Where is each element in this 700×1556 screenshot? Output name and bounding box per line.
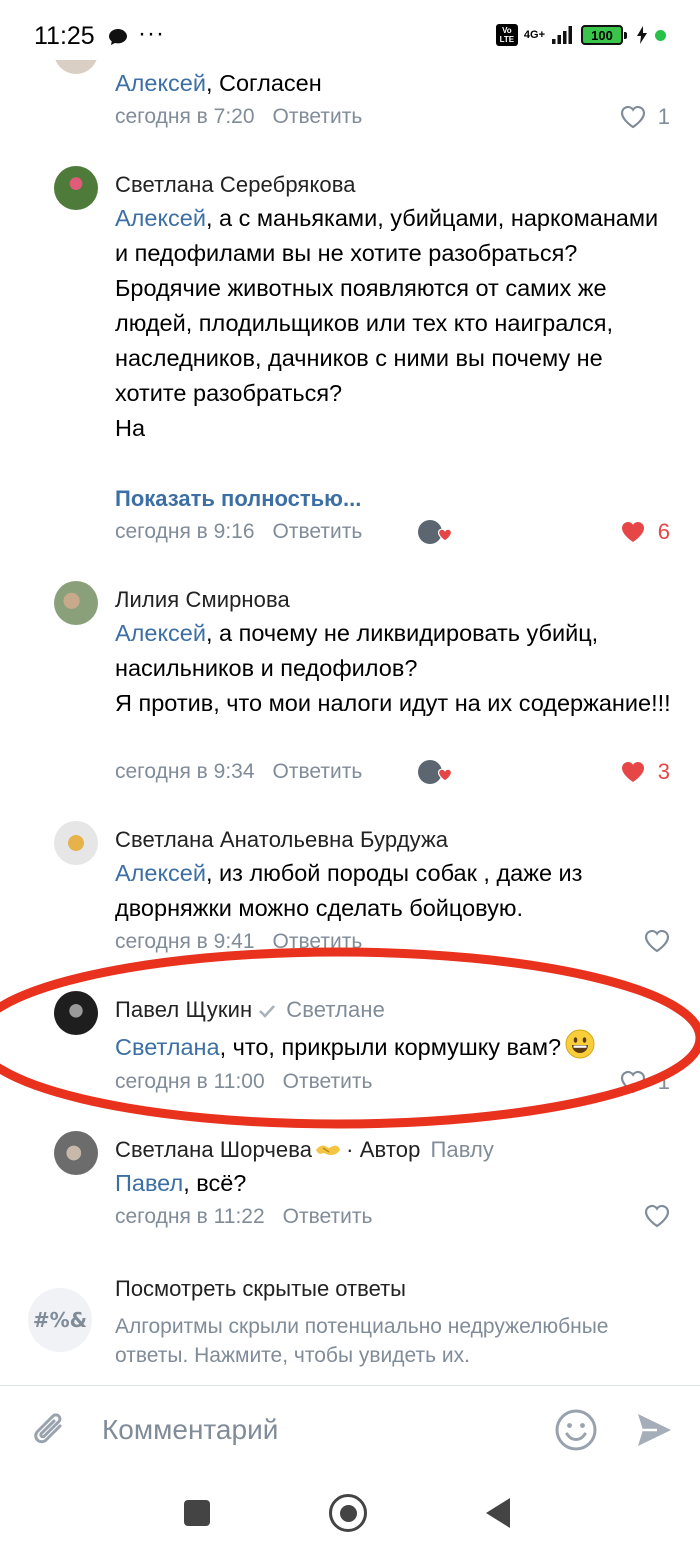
mention-link[interactable]: Алексей bbox=[115, 860, 206, 886]
like-button[interactable]: 3 bbox=[620, 759, 670, 785]
recent-apps-icon[interactable] bbox=[184, 1500, 210, 1526]
reply-to-label: Светлане bbox=[286, 997, 385, 1022]
comment-meta: сегодня в 11:22 Ответить bbox=[115, 1205, 372, 1229]
author-liked-heart-icon bbox=[437, 768, 453, 782]
reply-to-label: Павлу bbox=[430, 1137, 495, 1162]
comment-text: Павел, всё? bbox=[115, 1170, 247, 1196]
comment-author-line: Светлана Шорчева · Автор Павлу bbox=[115, 1137, 494, 1164]
volte-icon: Vo LTE bbox=[495, 24, 518, 46]
hidden-replies-title: Посмотреть скрытые ответы bbox=[115, 1276, 406, 1301]
like-button[interactable]: 1 bbox=[620, 104, 670, 130]
comment-meta: сегодня в 7:20 Ответить bbox=[115, 105, 362, 129]
heart-outline-icon bbox=[644, 929, 670, 953]
like-button[interactable] bbox=[644, 929, 670, 953]
more-notifications-icon: ··· bbox=[138, 20, 165, 47]
mention-link[interactable]: Павел bbox=[115, 1170, 183, 1196]
reply-button[interactable]: Ответить bbox=[283, 1070, 373, 1093]
hidden-replies-icon: #%& bbox=[28, 1288, 92, 1352]
mention-link[interactable]: Светлана bbox=[115, 1034, 220, 1060]
status-time: 11:25 bbox=[34, 22, 95, 50]
heart-outline-icon bbox=[620, 1070, 645, 1094]
heart-filled-icon bbox=[621, 762, 644, 782]
comment-input-bar bbox=[0, 1386, 700, 1476]
signal-icon bbox=[552, 26, 572, 44]
reply-button[interactable]: Ответить bbox=[283, 1205, 373, 1228]
avatar[interactable] bbox=[54, 991, 98, 1035]
comment-time: сегодня в 9:16 bbox=[115, 520, 255, 543]
comment-input[interactable] bbox=[100, 1404, 530, 1456]
reply-button[interactable]: Ответить bbox=[273, 930, 363, 953]
comment-time: сегодня в 9:34 bbox=[115, 760, 255, 783]
comment-author[interactable]: Лилия Смирнова bbox=[115, 587, 290, 613]
reply-button[interactable]: Ответить bbox=[273, 760, 363, 783]
comment-meta: сегодня в 9:16 Ответить bbox=[115, 520, 362, 544]
comment-time: сегодня в 11:00 bbox=[115, 1070, 265, 1093]
heart-filled-icon bbox=[621, 522, 644, 542]
mention-link[interactable]: Алексей bbox=[115, 620, 206, 646]
show-more-link[interactable]: Показать полностью... bbox=[115, 486, 361, 512]
comment-text: Алексей, Согласен bbox=[115, 70, 322, 96]
send-icon[interactable] bbox=[634, 1410, 674, 1455]
comment-meta: сегодня в 9:41 Ответить bbox=[115, 930, 362, 954]
smile-icon[interactable] bbox=[554, 1408, 598, 1457]
comment-time: сегодня в 7:20 bbox=[115, 105, 255, 128]
hidden-replies-subtitle: Алгоритмы скрыли потенциально недружелюб… bbox=[115, 1315, 609, 1367]
heart-outline-icon bbox=[644, 1204, 670, 1228]
comment-meta: сегодня в 11:00 Ответить bbox=[115, 1070, 372, 1094]
comment-author[interactable]: Светлана Серебрякова bbox=[115, 172, 356, 198]
grinning-emoji-icon bbox=[565, 1029, 595, 1069]
mention-link[interactable]: Алексей bbox=[115, 205, 206, 231]
comment-meta: сегодня в 9:34 Ответить bbox=[115, 760, 362, 784]
comment-text: Алексей, из любой породы собак , даже из… bbox=[115, 860, 583, 921]
like-count: 1 bbox=[657, 104, 670, 129]
comment-author[interactable]: Светлана Анатольевна Бурдужа bbox=[115, 827, 448, 853]
battery-level: 100 bbox=[591, 27, 613, 43]
verified-check-icon bbox=[258, 998, 276, 1024]
avatar[interactable] bbox=[54, 166, 98, 210]
like-button[interactable]: 1 bbox=[620, 1069, 670, 1095]
back-icon[interactable] bbox=[486, 1498, 510, 1528]
hidden-replies-banner[interactable]: #%& Посмотреть скрытые ответы Алгоритмы … bbox=[0, 1268, 700, 1380]
like-count: 1 bbox=[657, 1069, 670, 1094]
like-button[interactable]: 6 bbox=[620, 519, 670, 545]
avatar[interactable] bbox=[54, 821, 98, 865]
comment-time: сегодня в 9:41 bbox=[115, 930, 255, 953]
message-notification-icon bbox=[108, 28, 128, 51]
battery-icon: 100 bbox=[581, 25, 627, 45]
author-badge: · Автор bbox=[346, 1137, 421, 1162]
comment-time: сегодня в 11:22 bbox=[115, 1205, 265, 1228]
status-bar: 11:25 ··· Vo LTE 4G+ 100 bbox=[0, 0, 700, 74]
like-count: 3 bbox=[657, 759, 670, 784]
comment-author[interactable]: Светлана Шорчева bbox=[115, 1137, 312, 1162]
comment-text: Алексей, а почему не ликвидировать убийц… bbox=[115, 620, 671, 716]
mention-link[interactable]: Алексей bbox=[115, 70, 206, 96]
charging-icon bbox=[637, 26, 647, 44]
reply-button[interactable]: Ответить bbox=[273, 520, 363, 543]
avatar[interactable] bbox=[54, 1131, 98, 1175]
heart-outline-icon bbox=[620, 105, 645, 129]
handshake-emoji-icon bbox=[314, 1138, 342, 1164]
network-type: 4G+ bbox=[523, 28, 545, 41]
comment-author[interactable]: Павел Щукин bbox=[115, 997, 252, 1022]
status-indicators: Vo LTE 4G+ 100 bbox=[495, 24, 666, 46]
like-button[interactable] bbox=[644, 1204, 670, 1228]
like-count: 6 bbox=[657, 519, 670, 544]
privacy-indicator-dot bbox=[655, 29, 666, 41]
paperclip-icon[interactable] bbox=[30, 1408, 70, 1457]
comment-author-line: Павел Щукин Светлане bbox=[115, 997, 385, 1024]
comment-text: Светлана, что, прикрыли кормушку вам? bbox=[115, 1029, 675, 1069]
home-icon[interactable] bbox=[329, 1494, 367, 1532]
reply-button[interactable]: Ответить bbox=[273, 105, 363, 128]
comment-text: Алексей, а с маньяками, убийцами, нарком… bbox=[115, 205, 659, 441]
author-liked-heart-icon bbox=[437, 528, 453, 542]
system-nav-bar bbox=[0, 1476, 700, 1556]
avatar[interactable] bbox=[54, 581, 98, 625]
